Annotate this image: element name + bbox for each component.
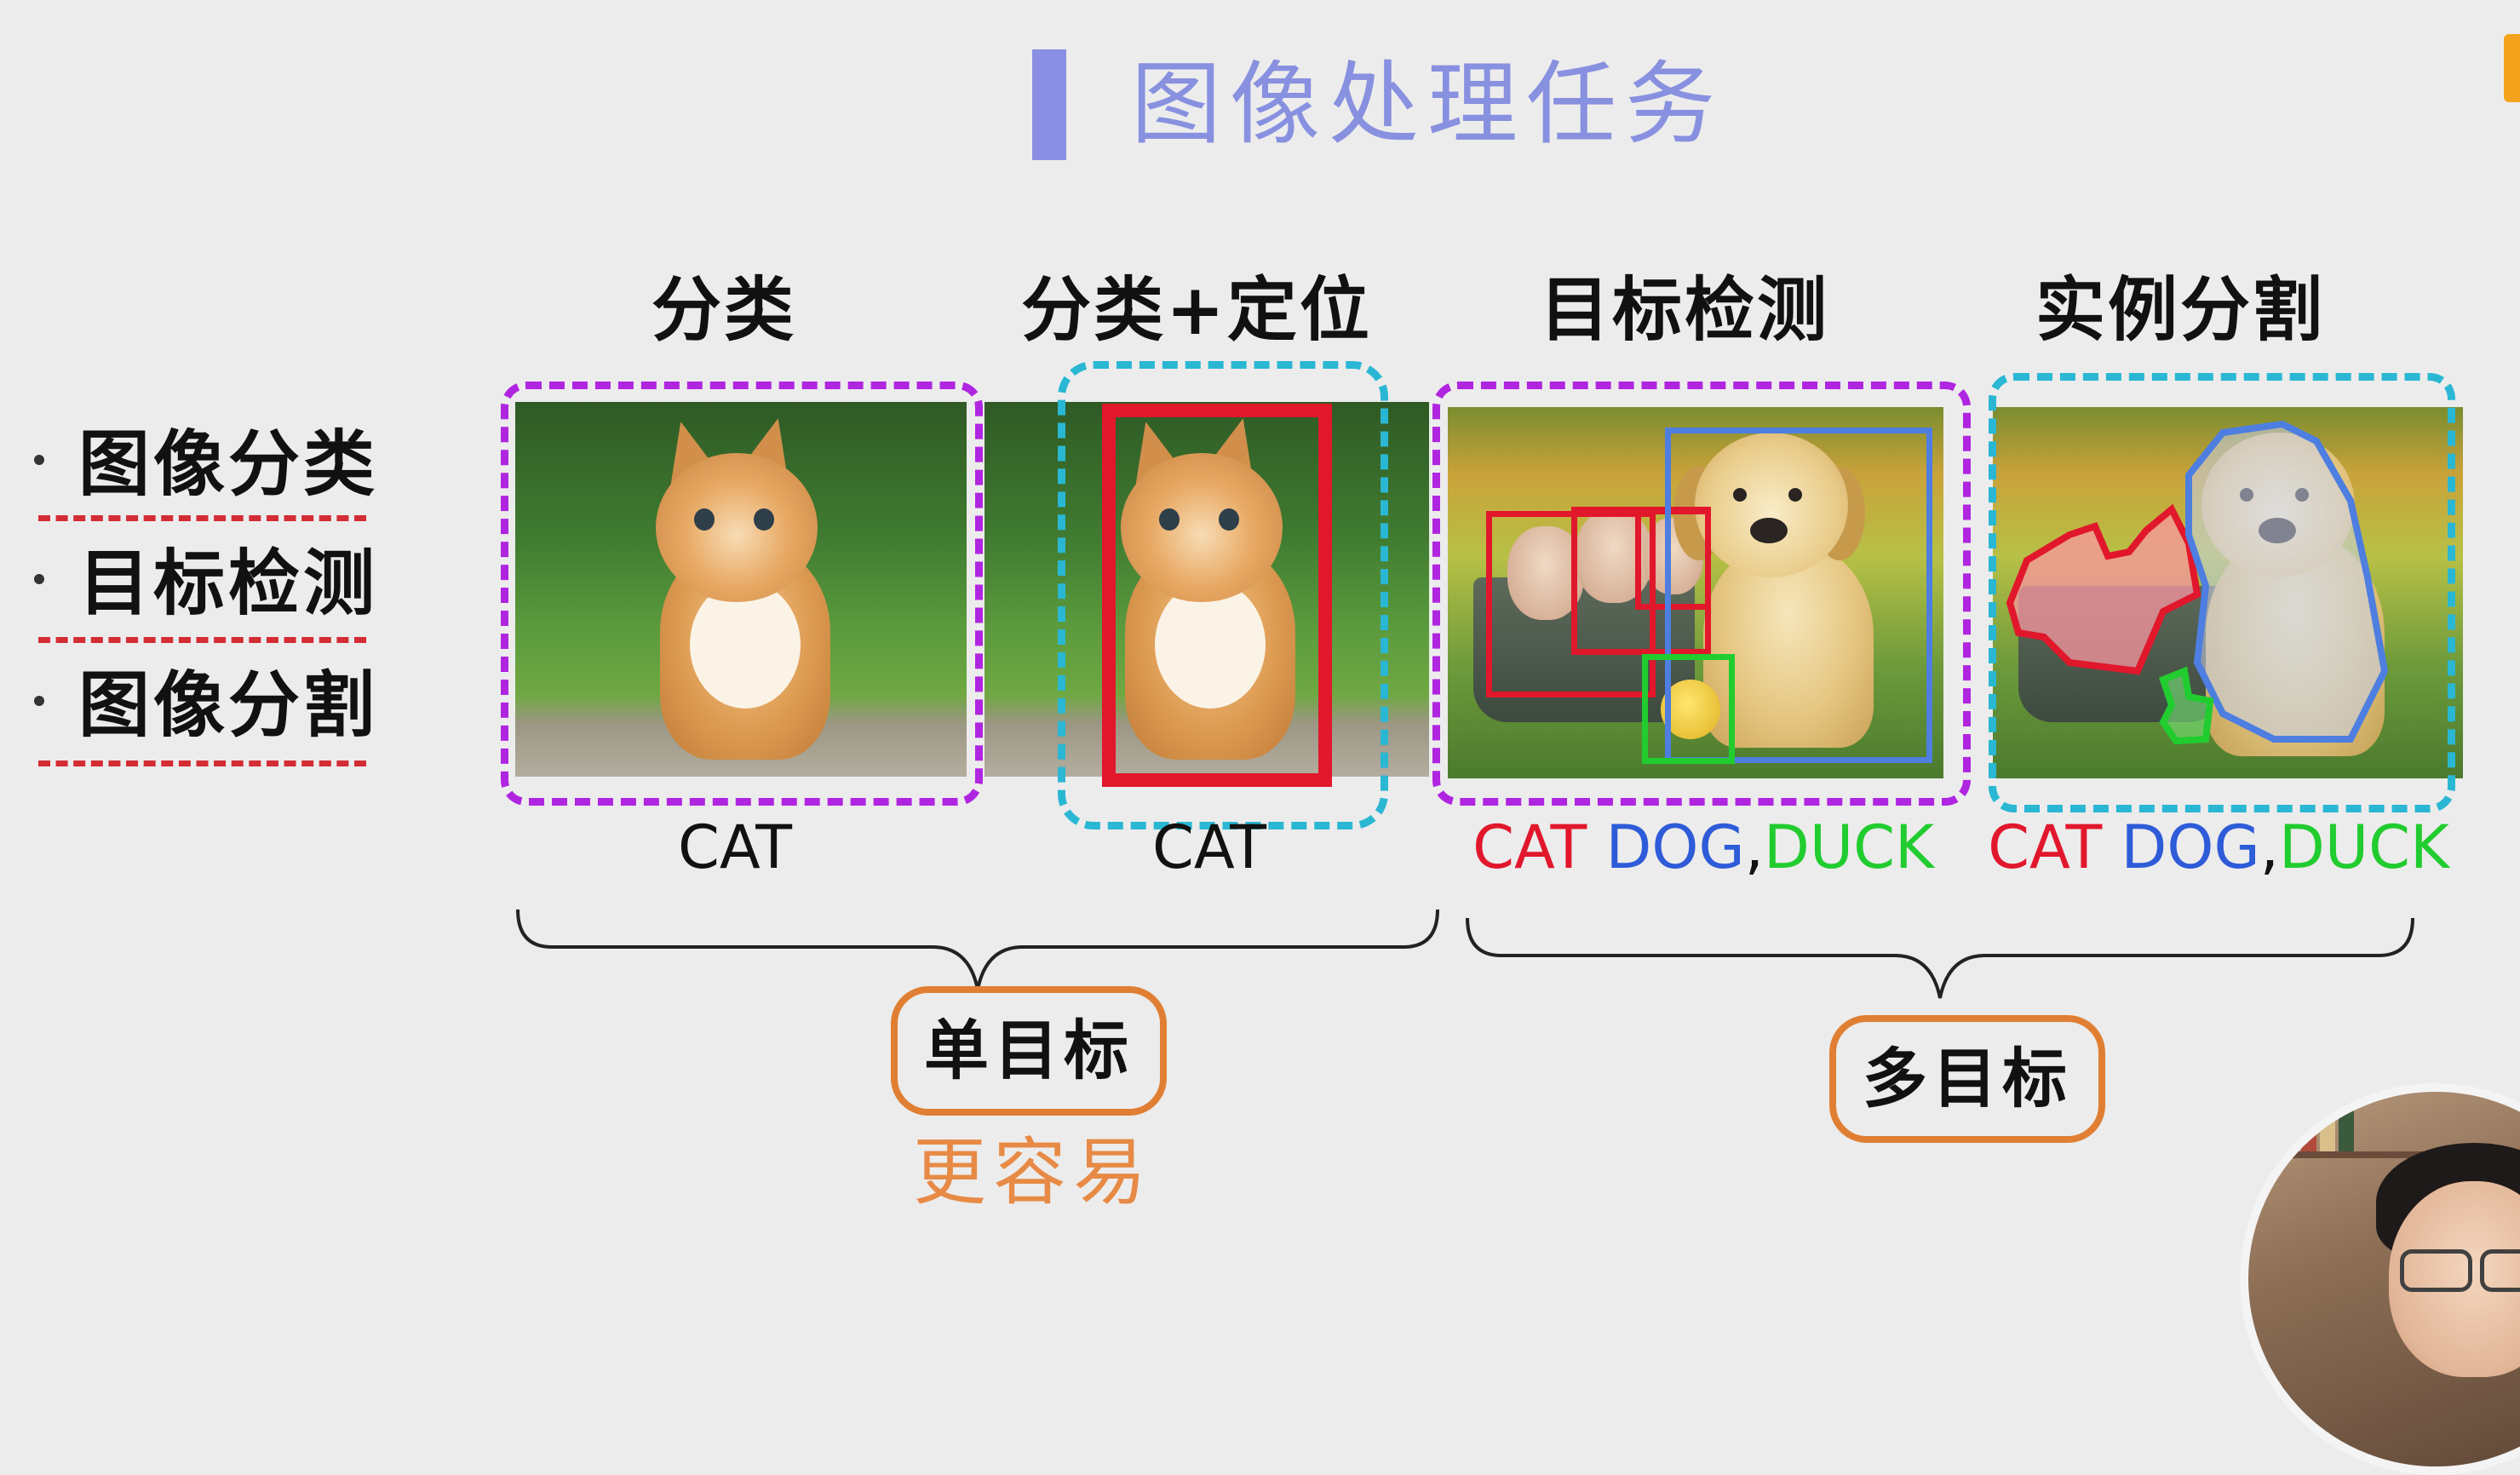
- cyan-dashed-frame: [1058, 361, 1388, 829]
- brace-single-target: [516, 909, 1439, 990]
- label-duck: DUCK: [2278, 812, 2449, 882]
- dashed-underline: [38, 637, 366, 643]
- dashed-underline: [38, 760, 366, 766]
- task-list-item-classification: 图像分类: [34, 422, 378, 515]
- column-heading-detection: 目标检测: [1539, 270, 1830, 351]
- column-heading-classification: 分类: [651, 270, 797, 351]
- label-separator: ,: [1744, 812, 1764, 882]
- title-accent-bar: [1032, 49, 1066, 160]
- label-duck: DUCK: [1763, 812, 1934, 882]
- task-label: 图像分类: [78, 422, 379, 506]
- label-dog: DOG: [2102, 812, 2260, 882]
- dashed-underline: [38, 515, 366, 521]
- label-dog: DOG: [1587, 812, 1745, 882]
- bullet-icon: [34, 696, 44, 706]
- label-detection: CAT DOG,DUCK: [1472, 809, 1934, 886]
- label-localization: CAT: [1152, 809, 1266, 886]
- corner-decoration: [2504, 34, 2520, 102]
- label-cat: CAT: [1472, 812, 1587, 882]
- cyan-dashed-frame: [1989, 373, 2455, 812]
- bullet-icon: [34, 574, 44, 584]
- task-list-item-detection: 目标检测: [34, 541, 378, 634]
- purple-dashed-frame: [501, 382, 983, 806]
- column-heading-localization: 分类+定位: [1021, 270, 1372, 351]
- multi-target-pill: 多目标: [1829, 1015, 2105, 1143]
- label-cat: CAT: [677, 812, 793, 882]
- task-list-item-segmentation: 图像分割: [34, 663, 378, 756]
- bullet-icon: [34, 455, 44, 465]
- label-separator: ,: [2259, 812, 2279, 882]
- label-cat: CAT: [1151, 812, 1267, 882]
- easier-note: 更容易: [913, 1130, 1153, 1215]
- label-classification: CAT: [678, 809, 792, 886]
- purple-dashed-frame: [1432, 382, 1971, 806]
- task-label: 目标检测: [78, 542, 379, 625]
- presenter-webcam: [2240, 1083, 2520, 1475]
- single-target-pill: 单目标: [891, 986, 1167, 1116]
- page-title: 图像处理任务: [1131, 52, 1724, 157]
- task-label: 图像分割: [78, 663, 379, 747]
- column-heading-segmentation: 实例分割: [2035, 270, 2326, 351]
- brace-multi-target: [1466, 917, 2414, 999]
- label-cat: CAT: [1988, 812, 2103, 882]
- label-segmentation: CAT DOG,DUCK: [1988, 809, 2449, 886]
